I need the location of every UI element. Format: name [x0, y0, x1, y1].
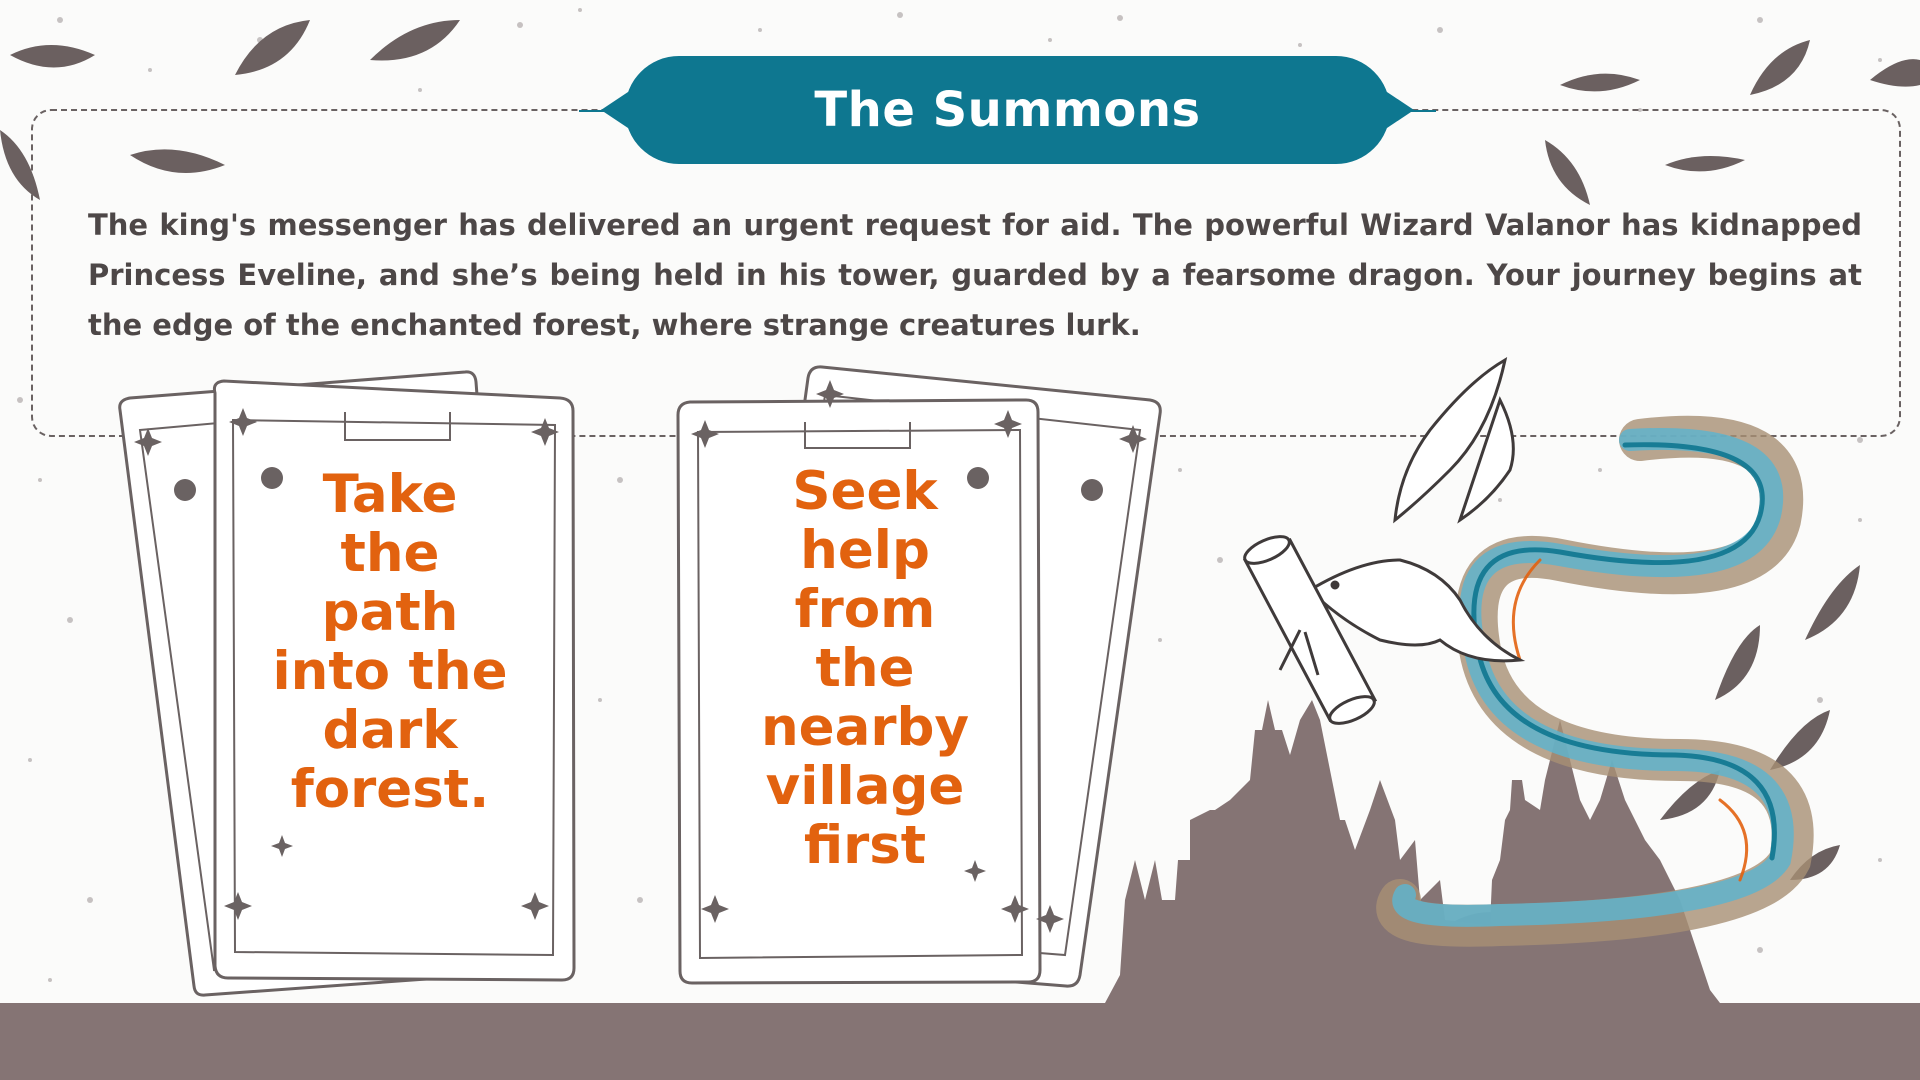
ground-silhouette — [0, 1003, 1920, 1080]
scroll-icon — [1242, 535, 1378, 725]
planet-icon — [1081, 479, 1103, 501]
choice-1-text[interactable]: Take the path into the dark forest. — [265, 465, 515, 819]
page-title: The Summons — [814, 82, 1201, 138]
choice-2-text[interactable]: Seek help from the nearby village first — [740, 462, 990, 875]
planet-icon — [174, 479, 196, 501]
